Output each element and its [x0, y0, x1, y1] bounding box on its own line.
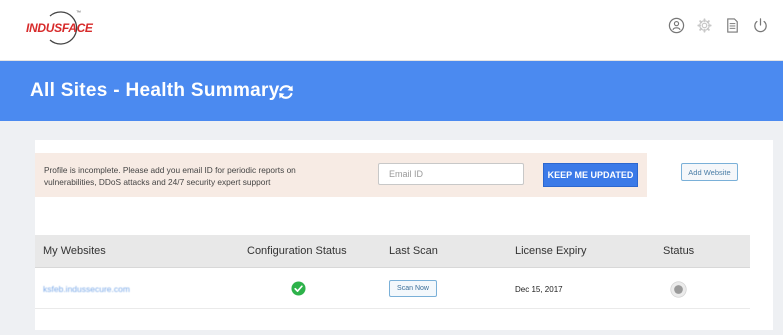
column-header-configuration-status: Configuration Status [247, 245, 347, 257]
user-icon[interactable] [667, 16, 685, 34]
top-bar [0, 0, 783, 61]
license-expiry-value: Dec 15, 2017 [515, 285, 563, 294]
document-icon[interactable] [723, 16, 741, 34]
gear-icon[interactable] [695, 16, 713, 34]
logo-text: INDUSFACE [26, 21, 93, 35]
column-header-my-websites: My Websites [43, 245, 106, 257]
profile-notice-text: Profile is incomplete. Please add you em… [44, 165, 296, 187]
website-link[interactable]: ksfeb.indussecure.com [43, 284, 130, 294]
status-dot-icon [670, 281, 687, 298]
keep-me-updated-button[interactable]: KEEP ME UPDATED [543, 163, 638, 187]
check-circle-icon [291, 281, 306, 296]
logo-trademark: ™ [76, 10, 81, 16]
column-header-status: Status [663, 245, 695, 257]
refresh-icon[interactable] [276, 82, 296, 102]
header-actions [667, 16, 769, 34]
column-header-last-scan: Last Scan [389, 245, 438, 257]
page-title: All Sites - Health Summary [30, 80, 280, 101]
email-input[interactable] [378, 163, 524, 185]
add-website-button[interactable]: Add Website [681, 163, 738, 181]
indusface-logo[interactable]: INDUSFACE ™ [26, 10, 93, 45]
column-header-license-expiry: License Expiry [515, 245, 587, 257]
power-icon[interactable] [751, 16, 769, 34]
scan-now-button[interactable]: Scan Now [389, 280, 437, 297]
